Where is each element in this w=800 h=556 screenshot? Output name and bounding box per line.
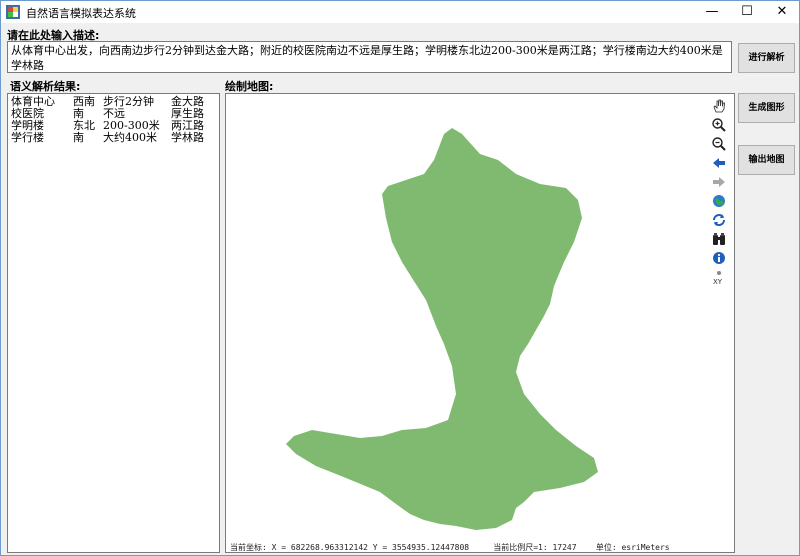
xy-icon[interactable]: XY: [710, 269, 728, 287]
map-canvas[interactable]: [226, 94, 734, 552]
refresh-icon[interactable]: [710, 212, 728, 230]
app-icon: [6, 5, 20, 19]
result-place: 学行楼: [11, 131, 44, 144]
pan-icon[interactable]: [710, 98, 728, 116]
result-distance: 大约400米: [103, 131, 157, 144]
maximize-button[interactable]: ☐: [730, 1, 764, 23]
status-scale: 当前比例尺=1: 17247: [493, 543, 577, 552]
generate-button[interactable]: 生成图形: [738, 93, 795, 123]
result-row: 学行楼 南 大约400米 学林路: [11, 132, 216, 144]
globe-icon[interactable]: [710, 193, 728, 211]
info-icon[interactable]: [710, 250, 728, 268]
parse-result-label: 语义解析结果:: [10, 80, 81, 93]
campus-polygon: [286, 128, 598, 530]
svg-text:XY: XY: [713, 278, 723, 285]
map-control[interactable]: XY 当前坐标: X = 682268.963312142 Y = 355493…: [225, 93, 735, 553]
map-status-bar: 当前坐标: X = 682268.963312142 Y = 3554935.1…: [230, 542, 670, 553]
zoom-in-icon[interactable]: [710, 117, 728, 135]
result-road: 学林路: [171, 131, 204, 144]
binoculars-icon[interactable]: [710, 231, 728, 249]
description-input[interactable]: 从体育中心出发，向西南边步行2分钟到达金大路；附近的校医院南边不远是厚生路；学明…: [7, 41, 732, 73]
status-unit: 单位: esriMeters: [595, 543, 670, 552]
export-map-button[interactable]: 输出地图: [738, 145, 795, 175]
app-window: 自然语言模拟表达系统 — ☐ ✕ 请在此处输入描述: 从体育中心出发，向西南边步…: [0, 0, 800, 556]
parse-button[interactable]: 进行解析: [738, 43, 795, 73]
draw-map-label: 绘制地图:: [225, 80, 274, 93]
back-arrow-icon[interactable]: [710, 155, 728, 173]
window-title: 自然语言模拟表达系统: [26, 7, 136, 20]
status-coordinates: 当前坐标: X = 682268.963312142 Y = 3554935.1…: [230, 543, 470, 552]
parse-result-list[interactable]: 体育中心 西南 步行2分钟 金大路 校医院 南 不远 厚生路 学明楼 东北 20…: [7, 93, 220, 553]
forward-arrow-icon[interactable]: [710, 174, 728, 192]
minimize-button[interactable]: —: [695, 1, 729, 23]
result-direction: 南: [73, 131, 84, 144]
zoom-out-icon[interactable]: [710, 136, 728, 154]
title-bar: 自然语言模拟表达系统 — ☐ ✕: [1, 1, 799, 23]
close-button[interactable]: ✕: [765, 1, 799, 23]
